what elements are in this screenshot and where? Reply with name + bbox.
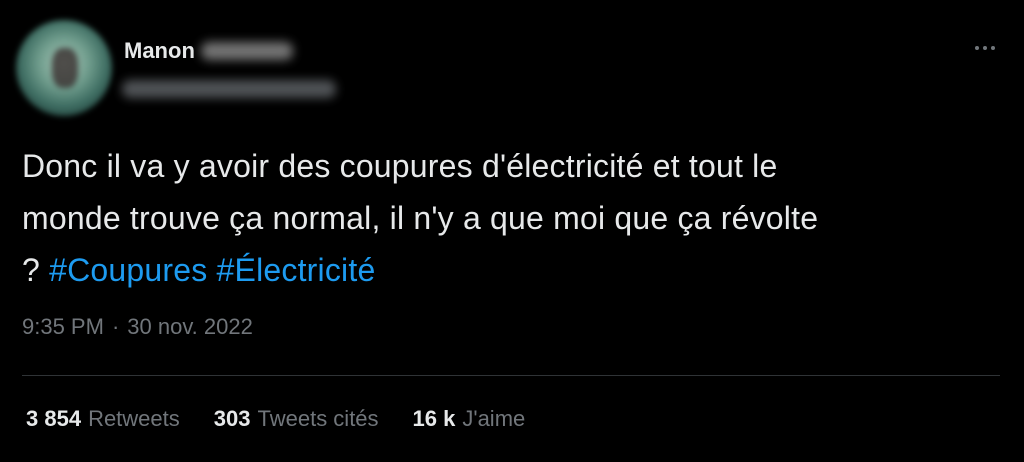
stat-retweets[interactable]: 3 854 Retweets [26,406,180,432]
avatar[interactable] [16,20,112,116]
quote-tweets-count: 303 [213,406,251,431]
hashtag-coupures[interactable]: #Coupures [49,252,207,288]
author-handle-redacted [122,80,336,98]
quote-tweets-label: Tweets cités [257,406,379,431]
tweet-text-line-1: Donc il va y avoir des coupures d'électr… [22,148,778,184]
tweet: Manon Donc il va y avoir des coupures d'… [0,0,1024,462]
tweet-text: Donc il va y avoir des coupures d'électr… [22,140,1002,296]
likes-count: 16 k [412,406,456,431]
author-surname-redacted [200,42,293,60]
timestamp-separator: · [111,314,120,339]
tweet-timestamp[interactable]: 9:35 PM · 30 nov. 2022 [22,314,253,340]
stat-likes[interactable]: 16 k J'aime [413,406,526,432]
tweet-date: 30 nov. 2022 [127,314,253,339]
dot [983,46,987,50]
more-options-icon[interactable] [968,38,1002,58]
author-name-row[interactable]: Manon [124,36,293,66]
author-display-name[interactable]: Manon [124,38,195,64]
tweet-text-line-3: ? #Coupures #Électricité [22,244,1002,296]
tweet-stats: 3 854 Retweets 303 Tweets cités 16 k J'a… [26,406,559,432]
retweets-label: Retweets [88,406,180,431]
likes-label: J'aime [462,406,526,431]
dot [991,46,995,50]
stat-quote-tweets[interactable]: 303 Tweets cités [214,406,379,432]
dot [975,46,979,50]
tweet-text-prefix: ? [22,252,50,288]
tweet-text-line-2: monde trouve ça normal, il n'y a que moi… [22,200,819,236]
avatar-photo [52,48,78,88]
hashtag-electricite[interactable]: #Électricité [217,252,376,288]
divider [22,375,1000,376]
tweet-time: 9:35 PM [22,314,104,339]
retweets-count: 3 854 [26,406,82,431]
